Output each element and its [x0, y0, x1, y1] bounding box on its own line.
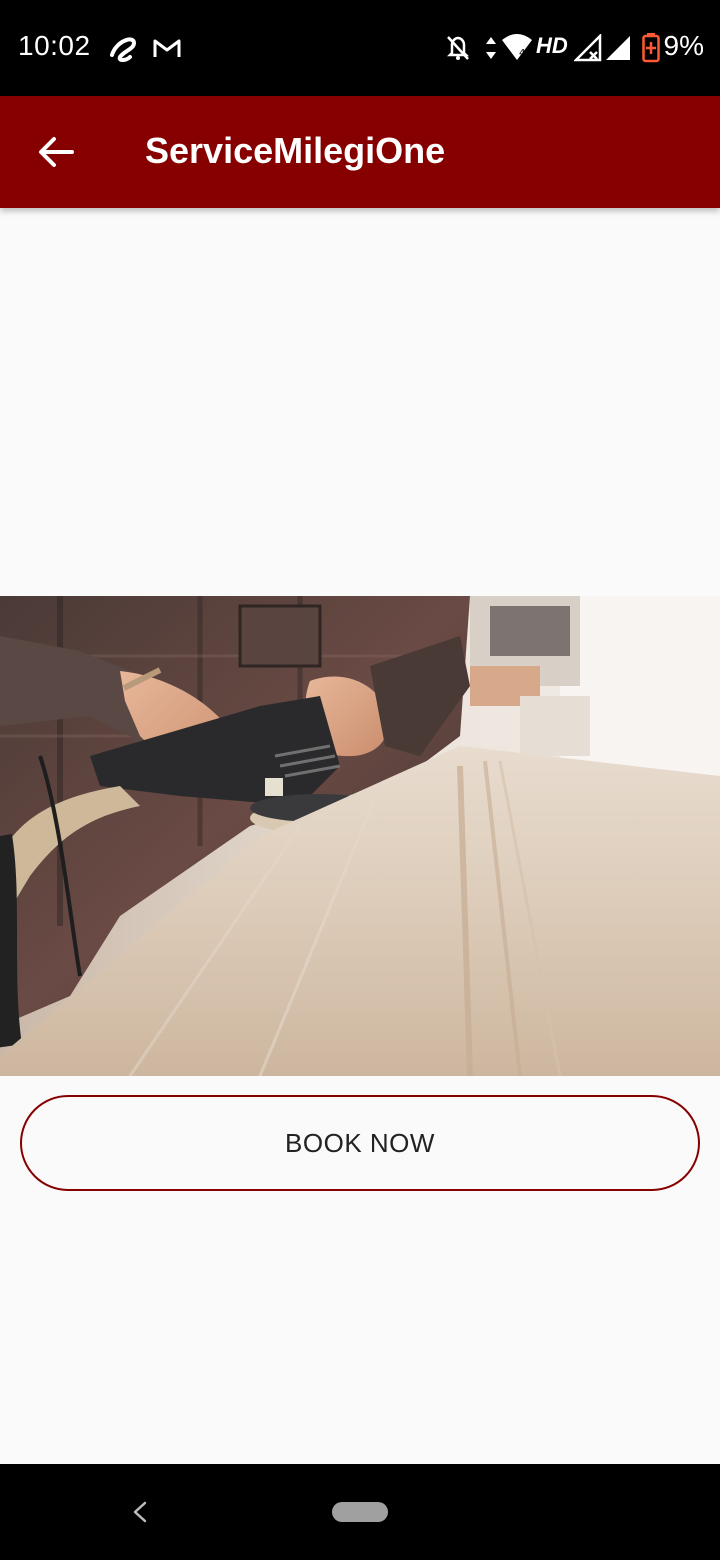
app-bar: ServiceMilegiOne: [0, 96, 720, 208]
page-title: ServiceMilegiOne: [145, 130, 446, 171]
status-time: 10:02: [18, 30, 91, 61]
battery-percentage: 9%: [663, 30, 704, 61]
nav-home-pill[interactable]: [332, 1502, 388, 1522]
status-bar: 10:02 4 HD 9%: [0, 0, 720, 96]
notifications-off-icon: [444, 28, 472, 68]
airtel-icon: [106, 28, 140, 68]
wifi-icon: 4: [500, 28, 534, 68]
network-type-label: HD: [536, 33, 568, 58]
gmail-icon: [152, 28, 182, 68]
screen: 10:02 4 HD 9% ServiceMilegiOne BOOK NOW: [0, 0, 720, 1560]
battery-charging-icon: [642, 28, 660, 68]
book-now-label: BOOK NOW: [285, 1127, 435, 1158]
nav-back-icon[interactable]: [118, 1488, 162, 1536]
signal-icon: [604, 28, 632, 68]
signal-x-icon: [574, 28, 602, 68]
data-arrows-icon: [484, 28, 498, 68]
back-button[interactable]: [22, 118, 90, 186]
carpenter-sanding-wood-image: [0, 596, 720, 1076]
svg-text:4: 4: [519, 48, 525, 59]
book-now-button[interactable]: BOOK NOW: [20, 1095, 700, 1191]
arrow-left-icon: [39, 137, 74, 167]
